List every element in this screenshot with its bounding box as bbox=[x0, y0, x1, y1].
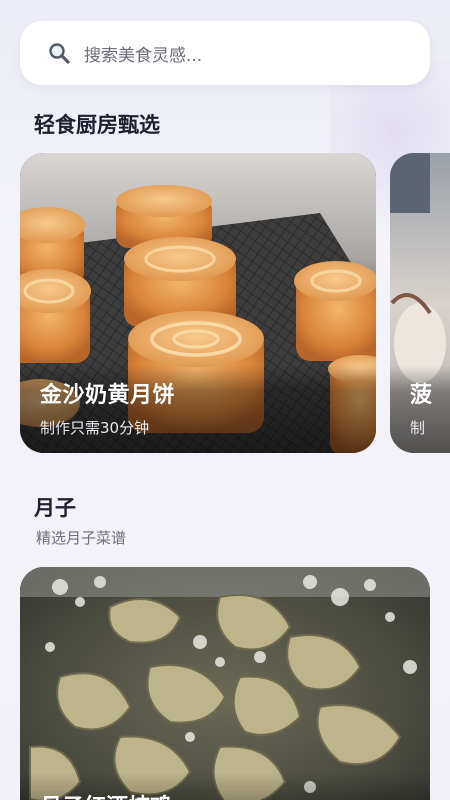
recipe-card-chicken[interactable]: 月子红酒炖鸡 bbox=[20, 567, 430, 800]
card-subtitle: 制 bbox=[410, 419, 426, 437]
chicken-soup-photo bbox=[20, 567, 430, 800]
card-title: 金沙奶黄月饼 bbox=[40, 383, 176, 408]
section-subtitle-confinement: 精选月子菜谱 bbox=[36, 529, 127, 547]
section-title-confinement: 月子 bbox=[34, 496, 76, 520]
card-title: 月子红酒炖鸡 bbox=[40, 789, 172, 800]
search-icon bbox=[49, 43, 70, 64]
card-title: 菠 bbox=[410, 383, 433, 408]
recipe-card-next[interactable]: 菠 制 bbox=[390, 153, 450, 453]
search-bar[interactable]: 搜索美食灵感... bbox=[20, 21, 430, 85]
card-subtitle: 制作只需30分钟 bbox=[40, 419, 150, 437]
section-title-featured: 轻食厨房甄选 bbox=[34, 113, 160, 137]
search-input[interactable]: 搜索美食灵感... bbox=[84, 41, 202, 66]
featured-carousel[interactable]: 金沙奶黄月饼 制作只需30分钟 菠 制 bbox=[0, 153, 450, 453]
recipe-card-mooncake[interactable]: 金沙奶黄月饼 制作只需30分钟 bbox=[20, 153, 376, 453]
app-page: 搜索美食灵感... 轻食厨房甄选 金沙奶黄月饼 制作只需30分钟 菠 制 月子 … bbox=[0, 0, 450, 800]
